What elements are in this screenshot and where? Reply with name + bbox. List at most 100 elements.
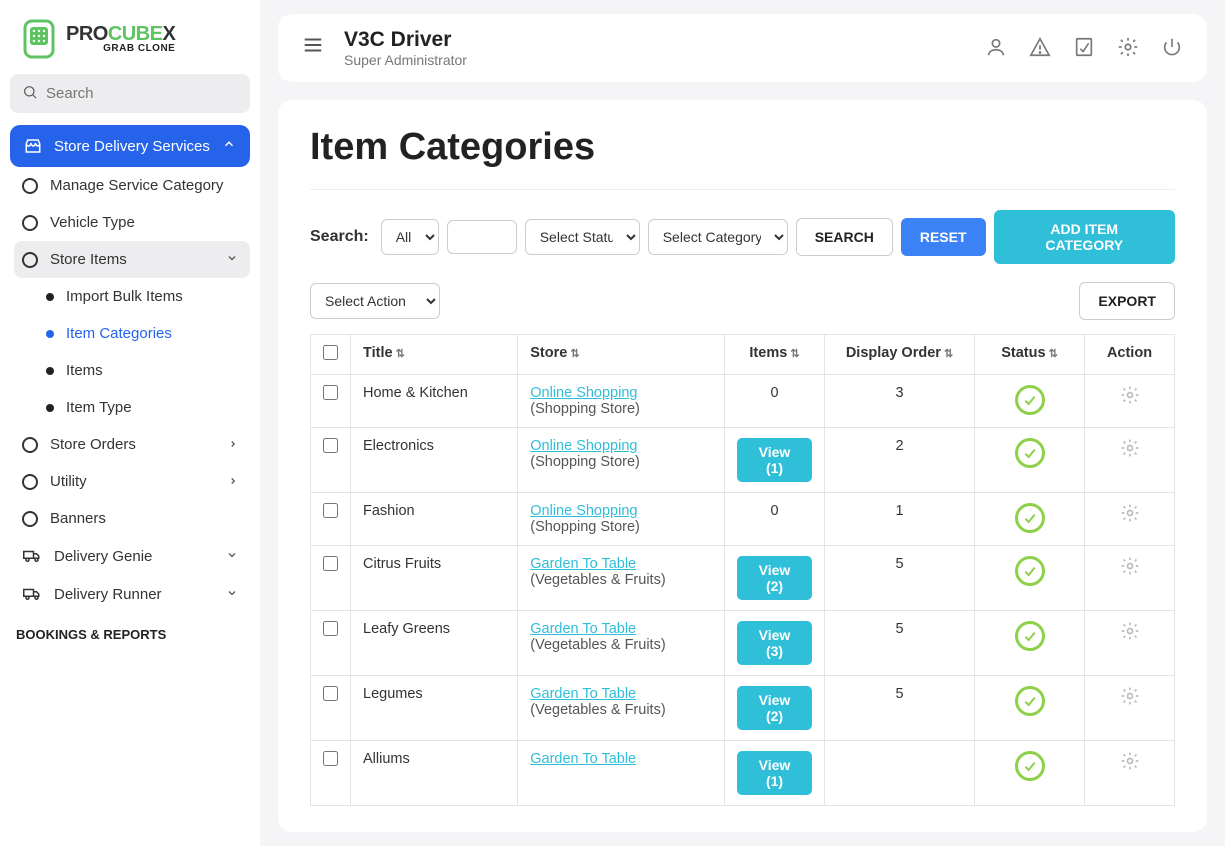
- col-title[interactable]: Title: [351, 335, 518, 375]
- store-link[interactable]: Online Shopping: [530, 438, 637, 454]
- export-button[interactable]: EXPORT: [1079, 282, 1175, 320]
- sidebar-search-input[interactable]: [46, 85, 245, 102]
- row-checkbox[interactable]: [323, 503, 338, 518]
- page-title: Item Categories: [310, 126, 1175, 190]
- row-action-gear-icon[interactable]: [1120, 560, 1140, 580]
- store-subtext: (Shopping Store): [530, 401, 640, 417]
- row-action-gear-icon[interactable]: [1120, 507, 1140, 527]
- store-link[interactable]: Online Shopping: [530, 503, 637, 519]
- row-checkbox[interactable]: [323, 621, 338, 636]
- label: Store Items: [50, 251, 127, 268]
- power-icon[interactable]: [1161, 36, 1183, 61]
- row-checkbox[interactable]: [323, 686, 338, 701]
- col-status[interactable]: Status: [975, 335, 1085, 375]
- table-row: AlliumsGarden To TableView (1): [311, 741, 1175, 806]
- sidebar-item-manage-service-category[interactable]: Manage Service Category: [14, 167, 250, 204]
- radio-icon: [22, 474, 38, 490]
- sidebar-item-delivery-genie[interactable]: Delivery Genie: [14, 537, 250, 575]
- title-block: V3C Driver Super Administrator: [344, 28, 467, 68]
- status-active-icon[interactable]: [1015, 503, 1045, 533]
- status-active-icon[interactable]: [1015, 556, 1045, 586]
- user-icon[interactable]: [985, 36, 1007, 61]
- col-display-order[interactable]: Display Order: [825, 335, 975, 375]
- cell-display-order: 5: [825, 676, 975, 741]
- sidebar-item-store-orders[interactable]: Store Orders: [14, 426, 250, 463]
- cell-action: [1085, 676, 1175, 741]
- add-item-category-button[interactable]: ADD ITEM CATEGORY: [994, 210, 1175, 264]
- filter-row: Search: All Select Status Select Categor…: [310, 210, 1175, 264]
- store-link[interactable]: Garden To Table: [530, 556, 636, 572]
- cell-display-order: 5: [825, 546, 975, 611]
- view-items-badge[interactable]: View (1): [737, 438, 812, 482]
- sidebar-item-vehicle-type[interactable]: Vehicle Type: [14, 204, 250, 241]
- col-store[interactable]: Store: [518, 335, 725, 375]
- row-checkbox[interactable]: [323, 438, 338, 453]
- view-items-badge[interactable]: View (2): [737, 686, 812, 730]
- store-subtext: (Vegetables & Fruits): [530, 572, 665, 588]
- chevron-down-icon: [226, 586, 238, 603]
- view-items-badge[interactable]: View (2): [737, 556, 812, 600]
- search-button[interactable]: SEARCH: [796, 218, 893, 256]
- sidebar-item-store-items[interactable]: Store Items: [14, 241, 250, 278]
- sidebar-section-bookings: BOOKINGS & REPORTS: [10, 615, 250, 646]
- store-link[interactable]: Garden To Table: [530, 621, 636, 637]
- sidebar-item-item-type[interactable]: Item Type: [14, 389, 250, 426]
- row-action-gear-icon[interactable]: [1120, 755, 1140, 775]
- status-active-icon[interactable]: [1015, 621, 1045, 651]
- dot-icon: [46, 367, 54, 375]
- store-link[interactable]: Garden To Table: [530, 751, 636, 767]
- row-action-gear-icon[interactable]: [1120, 442, 1140, 462]
- cell-items: 0: [725, 375, 825, 428]
- cell-status: [975, 741, 1085, 806]
- row-action-gear-icon[interactable]: [1120, 389, 1140, 409]
- row-action-gear-icon[interactable]: [1120, 690, 1140, 710]
- status-active-icon[interactable]: [1015, 438, 1045, 468]
- row-checkbox[interactable]: [323, 751, 338, 766]
- truck-icon: [22, 585, 42, 603]
- row-checkbox[interactable]: [323, 385, 338, 400]
- label: Item Type: [66, 399, 132, 416]
- sidebar-item-items[interactable]: Items: [14, 352, 250, 389]
- sidebar-item-utility[interactable]: Utility: [14, 463, 250, 500]
- sidebar-search[interactable]: [10, 74, 250, 113]
- cell-action: [1085, 546, 1175, 611]
- radio-icon: [22, 437, 38, 453]
- status-select[interactable]: Select Status: [525, 219, 640, 255]
- note-icon[interactable]: [1073, 36, 1095, 61]
- store-subtext: (Shopping Store): [530, 519, 640, 535]
- radio-icon: [22, 252, 38, 268]
- search-field-select[interactable]: All: [381, 219, 439, 255]
- row-checkbox[interactable]: [323, 556, 338, 571]
- reset-button[interactable]: RESET: [901, 218, 986, 256]
- sidebar-item-delivery-runner[interactable]: Delivery Runner: [14, 575, 250, 613]
- bulk-action-select[interactable]: Select Action: [310, 283, 440, 319]
- store-icon: [24, 137, 42, 155]
- label: Item Categories: [66, 325, 172, 342]
- view-items-badge[interactable]: View (3): [737, 621, 812, 665]
- categories-table: Title Store Items Display Order Status A…: [310, 334, 1175, 806]
- status-active-icon[interactable]: [1015, 686, 1045, 716]
- sidebar-item-import-bulk-items[interactable]: Import Bulk Items: [14, 278, 250, 315]
- status-active-icon[interactable]: [1015, 751, 1045, 781]
- menu-icon[interactable]: [302, 34, 324, 62]
- col-items[interactable]: Items: [725, 335, 825, 375]
- view-items-badge[interactable]: View (1): [737, 751, 812, 795]
- nav-store-delivery-services[interactable]: Store Delivery Services: [10, 125, 250, 167]
- warning-icon[interactable]: [1029, 36, 1051, 61]
- select-all-checkbox[interactable]: [323, 345, 338, 360]
- cell-items: View (1): [725, 428, 825, 493]
- store-link[interactable]: Online Shopping: [530, 385, 637, 401]
- status-active-icon[interactable]: [1015, 385, 1045, 415]
- label: Vehicle Type: [50, 214, 135, 231]
- table-row: Leafy GreensGarden To Table(Vegetables &…: [311, 611, 1175, 676]
- sidebar-item-item-categories[interactable]: Item Categories: [14, 315, 250, 352]
- gear-icon[interactable]: [1117, 36, 1139, 61]
- row-action-gear-icon[interactable]: [1120, 625, 1140, 645]
- store-link[interactable]: Garden To Table: [530, 686, 636, 702]
- cell-title: Home & Kitchen: [351, 375, 518, 428]
- category-select[interactable]: Select Category: [648, 219, 788, 255]
- search-input[interactable]: [447, 220, 517, 254]
- cell-store: Online Shopping(Shopping Store): [518, 375, 725, 428]
- sidebar-item-banners[interactable]: Banners: [14, 500, 250, 537]
- cell-action: [1085, 493, 1175, 546]
